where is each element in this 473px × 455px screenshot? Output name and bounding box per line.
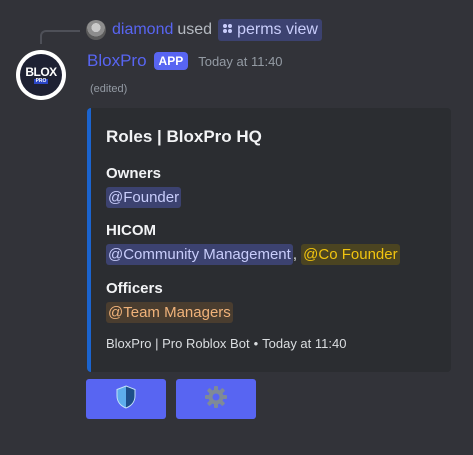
settings-button[interactable] bbox=[176, 379, 256, 419]
bloxpro-logo: BLOX PRO bbox=[20, 54, 62, 96]
action-row bbox=[86, 379, 256, 419]
slash-command-chip[interactable]: perms view bbox=[218, 19, 322, 41]
separator-comma: , bbox=[292, 246, 302, 263]
gear-icon bbox=[204, 385, 228, 414]
shield-button[interactable] bbox=[86, 379, 166, 419]
app-badge: APP bbox=[153, 52, 189, 70]
shield-icon bbox=[116, 384, 136, 414]
reply-user-avatar[interactable] bbox=[86, 20, 106, 40]
logo-text-bottom: PRO bbox=[33, 78, 49, 84]
role-mention-founder[interactable]: @Founder bbox=[106, 187, 182, 208]
edited-label: (edited) bbox=[90, 83, 128, 95]
message-timestamp[interactable]: Today at 11:40 bbox=[198, 54, 282, 69]
slash-command-name: perms view bbox=[237, 21, 318, 38]
footer-separator: • bbox=[253, 336, 259, 351]
field-value: @Team Managers bbox=[106, 302, 233, 323]
field-value: @Community Management, @Co Founder bbox=[106, 244, 400, 265]
footer-timestamp: Today at 11:40 bbox=[262, 336, 347, 351]
role-mention-team-managers[interactable]: @Team Managers bbox=[106, 302, 233, 323]
field-value: @Founder bbox=[106, 187, 182, 208]
footer-text: BloxPro | Pro Roblox Bot bbox=[106, 336, 250, 351]
reply-context[interactable]: diamond used perms view bbox=[86, 19, 322, 41]
reply-spine bbox=[40, 30, 80, 44]
field-name: Owners bbox=[106, 165, 162, 182]
role-mention-community-management[interactable]: @Community Management bbox=[106, 244, 293, 265]
reply-username[interactable]: diamond bbox=[112, 21, 173, 39]
role-mention-co-founder[interactable]: @Co Founder bbox=[301, 244, 400, 265]
field-name: Officers bbox=[106, 280, 163, 297]
bot-avatar[interactable]: BLOX PRO bbox=[16, 50, 66, 100]
embed-field-officers: Officers @Team Managers bbox=[106, 279, 233, 323]
author-name[interactable]: BloxPro bbox=[87, 51, 147, 71]
embed-field-owners: Owners @Founder bbox=[106, 164, 182, 208]
logo-text-top: BLOX bbox=[25, 65, 57, 79]
message-header: BloxPro APP Today at 11:40 bbox=[87, 50, 283, 72]
embed-card: Roles | BloxPro HQ Owners @Founder HICOM… bbox=[87, 108, 451, 372]
embed-field-hicom: HICOM @Community Management, @Co Founder bbox=[106, 221, 400, 265]
field-name: HICOM bbox=[106, 222, 156, 239]
embed-footer: BloxPro | Pro Roblox Bot • Today at 11:40 bbox=[106, 336, 346, 351]
embed-title: Roles | BloxPro HQ bbox=[106, 127, 262, 146]
reply-action-text: used bbox=[177, 21, 213, 38]
slash-command-icon bbox=[222, 23, 233, 37]
